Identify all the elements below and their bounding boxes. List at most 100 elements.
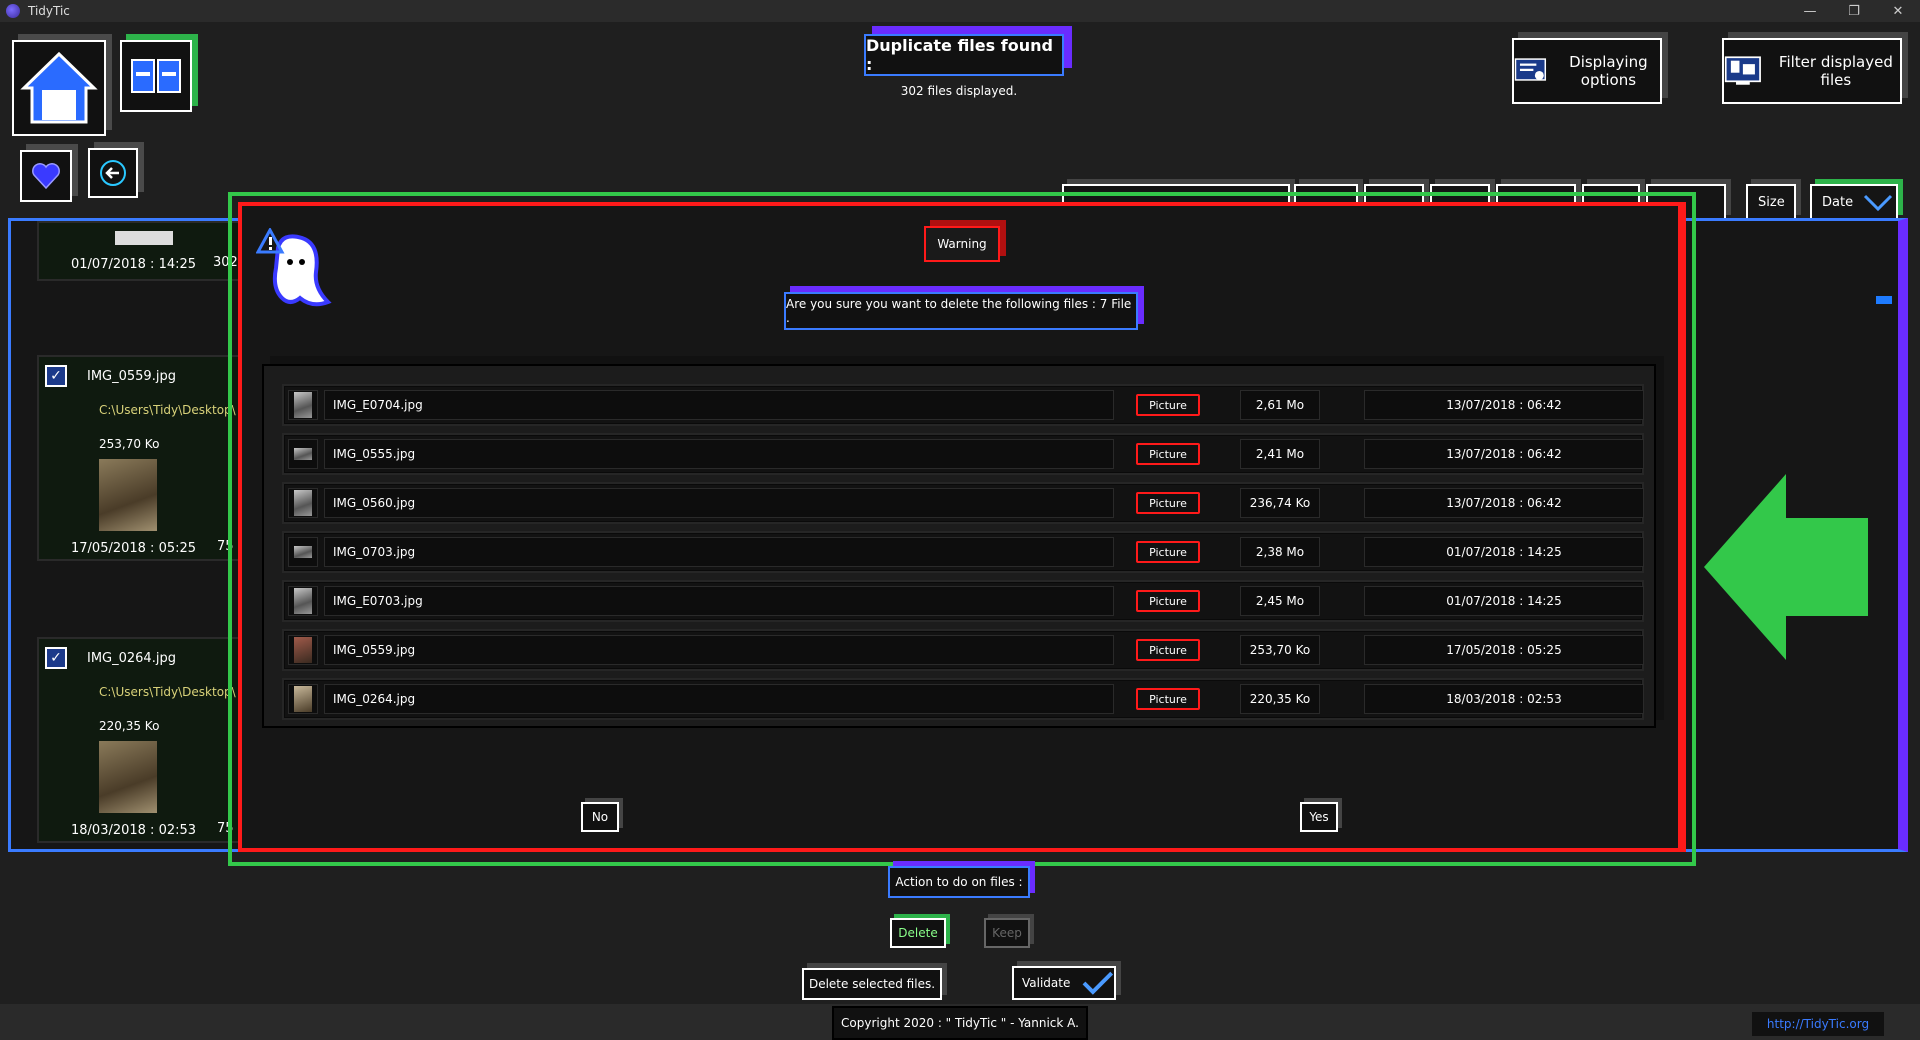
- file-path: C:\Users\Tidy\Desktop\: [99, 403, 236, 417]
- file-name: IMG_0560.jpg: [324, 488, 1114, 518]
- table-row: IMG_E0704.jpg Picture 2,61 Mo 13/07/2018…: [282, 384, 1644, 426]
- file-type-badge: Picture: [1136, 541, 1200, 563]
- list-item[interactable]: ✓ IMG_0559.jpg C:\Users\Tidy\Desktop\ 25…: [37, 355, 247, 561]
- file-date: 13/07/2018 : 06:42: [1364, 439, 1644, 469]
- arrow-left-icon: [100, 160, 126, 186]
- back-button[interactable]: [88, 148, 138, 198]
- file-type-badge: Picture: [1136, 639, 1200, 661]
- delete-action-button[interactable]: Delete: [890, 918, 946, 948]
- chevron-down-icon: [1864, 194, 1893, 212]
- list-item[interactable]: 01/07/2018 : 14:25: [37, 221, 247, 281]
- duplicates-title: Duplicate files found :: [864, 34, 1064, 76]
- file-size: 220,35 Ko: [99, 719, 160, 733]
- file-size: 2,38 Mo: [1240, 537, 1320, 567]
- file-name: IMG_0264.jpg: [324, 684, 1114, 714]
- sort-tab-size[interactable]: Size: [1746, 184, 1796, 220]
- close-button[interactable]: ✕: [1876, 0, 1920, 22]
- file-name: IMG_E0703.jpg: [324, 586, 1114, 616]
- file-size: 236,74 Ko: [1240, 488, 1320, 518]
- sort-size-label: Size: [1758, 194, 1785, 210]
- file-name: IMG_0703.jpg: [324, 537, 1114, 567]
- minimize-button[interactable]: —: [1788, 0, 1832, 22]
- file-thumbnail: [99, 459, 157, 531]
- yes-button[interactable]: Yes: [1300, 802, 1338, 832]
- file-checkbox[interactable]: ✓: [45, 365, 67, 387]
- copyright-text: Copyright 2020 : " TidyTic " - Yannick A…: [832, 1006, 1088, 1040]
- files-to-delete-table: IMG_E0704.jpg Picture 2,61 Mo 13/07/2018…: [262, 364, 1656, 728]
- no-button[interactable]: No: [581, 802, 619, 832]
- sort-tab-date[interactable]: Date: [1810, 184, 1898, 220]
- list-item[interactable]: ✓ IMG_0264.jpg C:\Users\Tidy\Desktop\ 22…: [37, 637, 247, 843]
- validate-label: Validate: [1022, 976, 1071, 990]
- filter-icon: [1724, 56, 1761, 85]
- delete-selected-button[interactable]: Delete selected files.: [802, 968, 942, 1000]
- table-row: IMG_0703.jpg Picture 2,38 Mo 01/07/2018 …: [282, 531, 1644, 573]
- website-link[interactable]: http://TidyTic.org: [1752, 1012, 1884, 1036]
- validate-button[interactable]: Validate: [1012, 966, 1116, 1000]
- file-date: 01/07/2018 : 14:25: [71, 257, 197, 272]
- file-name: IMG_0555.jpg: [324, 439, 1114, 469]
- file-size: 220,35 Ko: [1240, 684, 1320, 714]
- warning-label: Warning: [924, 226, 1000, 262]
- checkmark-icon: [1082, 971, 1114, 995]
- file-thumbnail: [99, 741, 157, 813]
- compare-icon: [131, 59, 181, 93]
- file-name: IMG_0559.jpg: [87, 369, 176, 384]
- arrow-left-icon: [1704, 474, 1868, 660]
- filter-files-button[interactable]: Filter displayed files: [1722, 38, 1902, 104]
- file-path: C:\Users\Tidy\Desktop\: [99, 685, 236, 699]
- file-date: 01/07/2018 : 14:25: [1364, 586, 1644, 616]
- file-size: 2,41 Mo: [1240, 439, 1320, 469]
- table-row: IMG_0264.jpg Picture 220,35 Ko 18/03/201…: [282, 678, 1644, 720]
- home-button[interactable]: [12, 40, 106, 136]
- filter-files-label: Filter displayed files: [1778, 53, 1893, 89]
- file-type-badge: Picture: [1136, 492, 1200, 514]
- file-date: 17/05/2018 : 05:25: [71, 541, 197, 556]
- table-row: IMG_0559.jpg Picture 253,70 Ko 17/05/201…: [282, 629, 1644, 671]
- table-row: IMG_0555.jpg Picture 2,41 Mo 13/07/2018 …: [282, 433, 1644, 475]
- table-row: IMG_0560.jpg Picture 236,74 Ko 13/07/201…: [282, 482, 1644, 524]
- display-settings-icon: [1514, 58, 1547, 81]
- file-checkbox[interactable]: ✓: [45, 647, 67, 669]
- file-name: IMG_E0704.jpg: [324, 390, 1114, 420]
- file-type-badge: Picture: [1136, 443, 1200, 465]
- file-size: 253,70 Ko: [99, 437, 160, 451]
- file-thumbnail: [288, 488, 318, 518]
- file-thumbnail: [288, 635, 318, 665]
- file-type-badge: Picture: [1136, 394, 1200, 416]
- file-date: 13/07/2018 : 06:42: [1364, 390, 1644, 420]
- file-date: 18/03/2018 : 02:53: [71, 823, 197, 838]
- window-controls: — ❐ ✕: [1788, 0, 1920, 22]
- file-thumbnail: [288, 586, 318, 616]
- heart-icon: [32, 163, 60, 190]
- app-window: TidyTic — ❐ ✕ Duplicate files found: 30…: [0, 0, 1920, 1040]
- file-size: 2,61 Mo: [1240, 390, 1320, 420]
- file-thumbnail: [288, 390, 318, 420]
- sort-date-label: Date: [1822, 194, 1854, 210]
- window-title: TidyTic: [28, 4, 70, 18]
- files-displayed-count: 302 files displayed.: [900, 84, 1018, 98]
- displaying-options-button[interactable]: Displaying options: [1512, 38, 1662, 104]
- file-name: IMG_0264.jpg: [87, 651, 176, 666]
- displaying-options-label: Displaying options: [1569, 53, 1648, 89]
- action-title: Action to do on files :: [888, 866, 1030, 898]
- favorites-button[interactable]: [20, 150, 72, 202]
- file-size: 253,70 Ko: [1240, 635, 1320, 665]
- file-thumbnail: [288, 439, 318, 469]
- file-name: IMG_0559.jpg: [324, 635, 1114, 665]
- restore-button[interactable]: ❐: [1832, 0, 1876, 22]
- home-icon: [20, 51, 98, 124]
- keep-action-button[interactable]: Keep: [984, 918, 1030, 948]
- file-date: 13/07/2018 : 06:42: [1364, 488, 1644, 518]
- scroll-indicator[interactable]: [1876, 296, 1892, 304]
- app-logo-icon: [6, 4, 20, 18]
- file-type-badge: Picture: [1136, 590, 1200, 612]
- file-date: 17/05/2018 : 05:25: [1364, 635, 1644, 665]
- file-date: 18/03/2018 : 02:53: [1364, 684, 1644, 714]
- file-thumbnail: [288, 537, 318, 567]
- compare-button[interactable]: [120, 40, 192, 112]
- table-row: IMG_E0703.jpg Picture 2,45 Mo 01/07/2018…: [282, 580, 1644, 622]
- file-thumbnail: [288, 684, 318, 714]
- file-size: 2,45 Mo: [1240, 586, 1320, 616]
- file-date: 01/07/2018 : 14:25: [1364, 537, 1644, 567]
